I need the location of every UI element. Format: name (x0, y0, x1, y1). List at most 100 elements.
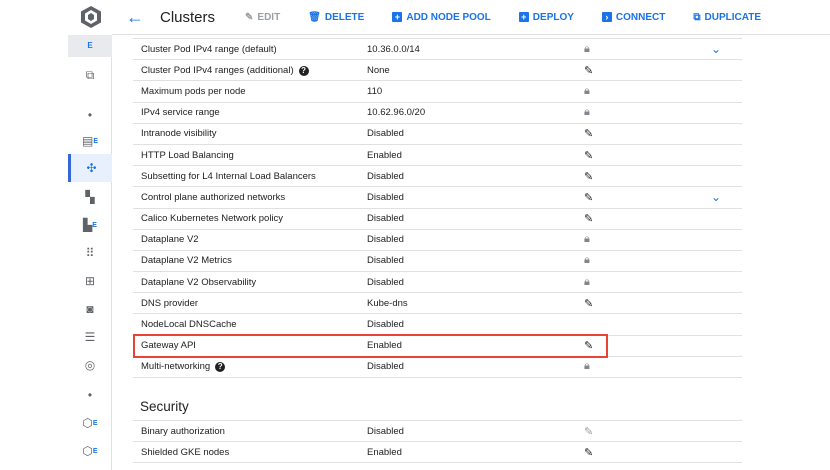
row-label: IPv4 service range (141, 107, 220, 119)
row-label: Shielded GKE nodes (141, 446, 230, 458)
row-label: NodeLocal DNSCache (141, 319, 237, 331)
row-label: Dataplane V2 (141, 234, 199, 246)
rail-dot-icon: • (87, 388, 93, 402)
chevron-down-icon[interactable]: ⌄ (711, 190, 721, 204)
table-row: Intranode visibility Disabled ✎ (133, 124, 742, 145)
row-value: 10.62.96.0/20 (367, 107, 426, 119)
table-row: Dataplane V2 Metrics Disabled 🔒︎ (133, 251, 742, 273)
side-rail: E ⧉ • ▤ E ✣ ▚ ▙ E ⠿ ⊞ ◙ ☰ ◎ • ⬡ E ⬡ E (68, 35, 112, 470)
row-value: Disabled (367, 234, 404, 246)
table-row: Binary authorization Disabled ✎ (133, 421, 742, 443)
lock-icon: 🔒︎ (584, 275, 590, 288)
row-value: Disabled (367, 255, 404, 267)
row-label: DNS provider (141, 297, 199, 309)
rail-apps-icon[interactable]: ▙ E (68, 211, 112, 239)
row-label: Multi-networking? (141, 361, 226, 373)
add-node-pool-button[interactable]: + ADD NODE POOL (392, 12, 491, 23)
lock-icon: 🔒︎ (584, 233, 590, 246)
rail-storage-icon[interactable]: ◙ (68, 295, 112, 323)
help-icon[interactable]: ? (298, 65, 309, 76)
table-row: NodeLocal DNSCache Disabled (133, 314, 742, 336)
row-value: Disabled (367, 170, 404, 182)
table-row: Cluster Pod IPv4 range (default) 10.36.0.… (133, 39, 742, 61)
row-value: Disabled (367, 425, 404, 437)
row-value: Disabled (367, 191, 404, 203)
row-value: Enabled (367, 149, 402, 161)
highlight-box (133, 334, 608, 358)
help-icon[interactable]: ? (215, 362, 226, 373)
row-value: 10.36.0.0/14 (367, 43, 420, 55)
row-label: Subsetting for L4 Internal Load Balancer… (141, 170, 316, 182)
table-row: Multi-networking? Disabled 🔒︎ (133, 357, 742, 378)
rail-workloads-icon[interactable]: ▚ (68, 183, 112, 211)
row-value: 110 (367, 85, 383, 97)
row-value: Disabled (367, 319, 404, 331)
rail-dashboard-icon[interactable]: ▤ E (68, 127, 112, 155)
connect-button[interactable]: › CONNECT (601, 12, 665, 23)
table-row: Cluster Pod IPv4 ranges (additional)? Non… (133, 60, 742, 82)
edit-icon[interactable]: ✎ (584, 212, 593, 225)
edit-button[interactable]: ✎ EDIT (245, 12, 280, 23)
row-label: Calico Kubernetes Network policy (141, 213, 284, 225)
header: ← Clusters ✎ EDIT 🗑 DELETE + ADD NODE POOL … (112, 0, 830, 35)
edit-icon[interactable]: ✎ (584, 149, 593, 162)
row-value: Disabled (367, 276, 404, 288)
deploy-button[interactable]: + DEPLOY (518, 12, 574, 23)
edit-icon[interactable]: ✎ (584, 191, 593, 204)
edit-icon[interactable]: ✎ (584, 170, 593, 183)
networking-table: Cluster Pod IPv4 range (default) 10.36.0.… (133, 38, 742, 378)
row-label: Cluster Pod IPv4 range (default) (141, 43, 277, 55)
row-label: Dataplane V2 Metrics (141, 255, 232, 267)
row-label: HTTP Load Balancing (141, 149, 234, 161)
table-row: Dataplane V2 Disabled 🔒︎ (133, 230, 742, 251)
copy-icon: ⧉ (693, 11, 701, 23)
rail-dot-icon: • (87, 108, 93, 122)
edit-icon[interactable]: ✎ (584, 127, 593, 140)
table-row: Subsetting for L4 Internal Load Balancer… (133, 166, 742, 188)
chevron-down-icon[interactable]: ⌄ (711, 42, 721, 56)
rail-badge[interactable]: E (68, 35, 112, 57)
edit-icon[interactable]: ✎ (584, 446, 593, 459)
row-value: Disabled (367, 213, 404, 225)
add-box-icon: + (392, 12, 403, 22)
rail-cube-icon[interactable]: ⬡ E (68, 437, 112, 465)
table-row: IPv4 service range 10.62.96.0/20 🔒︎ (133, 103, 742, 124)
duplicate-button[interactable]: ⧉ DUPLICATE (693, 12, 761, 23)
rail-list-icon[interactable]: ☰ (68, 323, 112, 351)
back-arrow-icon[interactable]: ← (126, 7, 156, 28)
page-title: Clusters (160, 8, 216, 26)
edit-icon[interactable]: ✎ (584, 297, 593, 310)
table-row: Maximum pods per node 110 🔒︎ (133, 81, 742, 103)
lock-icon: 🔒︎ (584, 360, 590, 373)
rail-grid-icon[interactable]: ⠿ (68, 239, 112, 267)
rail-clusters-icon[interactable]: ✣ (68, 154, 112, 182)
edit-icon[interactable]: ✎ (584, 64, 593, 77)
delete-button[interactable]: 🗑 DELETE (308, 12, 364, 23)
terminal-icon: › (601, 12, 612, 22)
add-box-icon: + (518, 12, 529, 22)
row-label: Control plane authorized networks (141, 191, 286, 203)
table-row: DNS provider Kube-dns ✎ (133, 293, 742, 315)
row-value: Enabled (367, 446, 402, 458)
rail-cube-icon[interactable]: ⬡ E (68, 409, 112, 437)
security-table: Binary authorization Disabled ✎ Shielded GK… (133, 420, 742, 464)
lock-icon: 🔒︎ (584, 106, 590, 119)
row-value: Disabled (367, 361, 404, 373)
row-label: Dataplane V2 Observability (141, 276, 257, 288)
lock-icon: 🔒︎ (584, 254, 590, 267)
table-row: Calico Kubernetes Network policy Disabled… (133, 209, 742, 230)
rail-security-icon[interactable]: ◎ (68, 351, 112, 379)
row-label: Maximum pods per node (141, 85, 246, 97)
edit-icon: ✎ (584, 425, 594, 438)
row-label: Binary authorization (141, 425, 225, 437)
table-row: Dataplane V2 Observability Disabled 🔒︎ (133, 272, 742, 294)
row-value: None (367, 64, 390, 76)
rail-overview-icon[interactable]: ⧉ (68, 61, 112, 89)
table-row: Shielded GKE nodes Enabled ✎ (133, 442, 742, 464)
trash-icon: 🗑 (308, 11, 321, 23)
row-value: Kube-dns (367, 297, 408, 309)
lock-icon: 🔒︎ (584, 84, 590, 97)
table-row: HTTP Load Balancing Enabled ✎ (133, 145, 742, 167)
row-label: Cluster Pod IPv4 ranges (additional)? (141, 65, 309, 76)
rail-services-icon[interactable]: ⊞ (68, 267, 112, 295)
